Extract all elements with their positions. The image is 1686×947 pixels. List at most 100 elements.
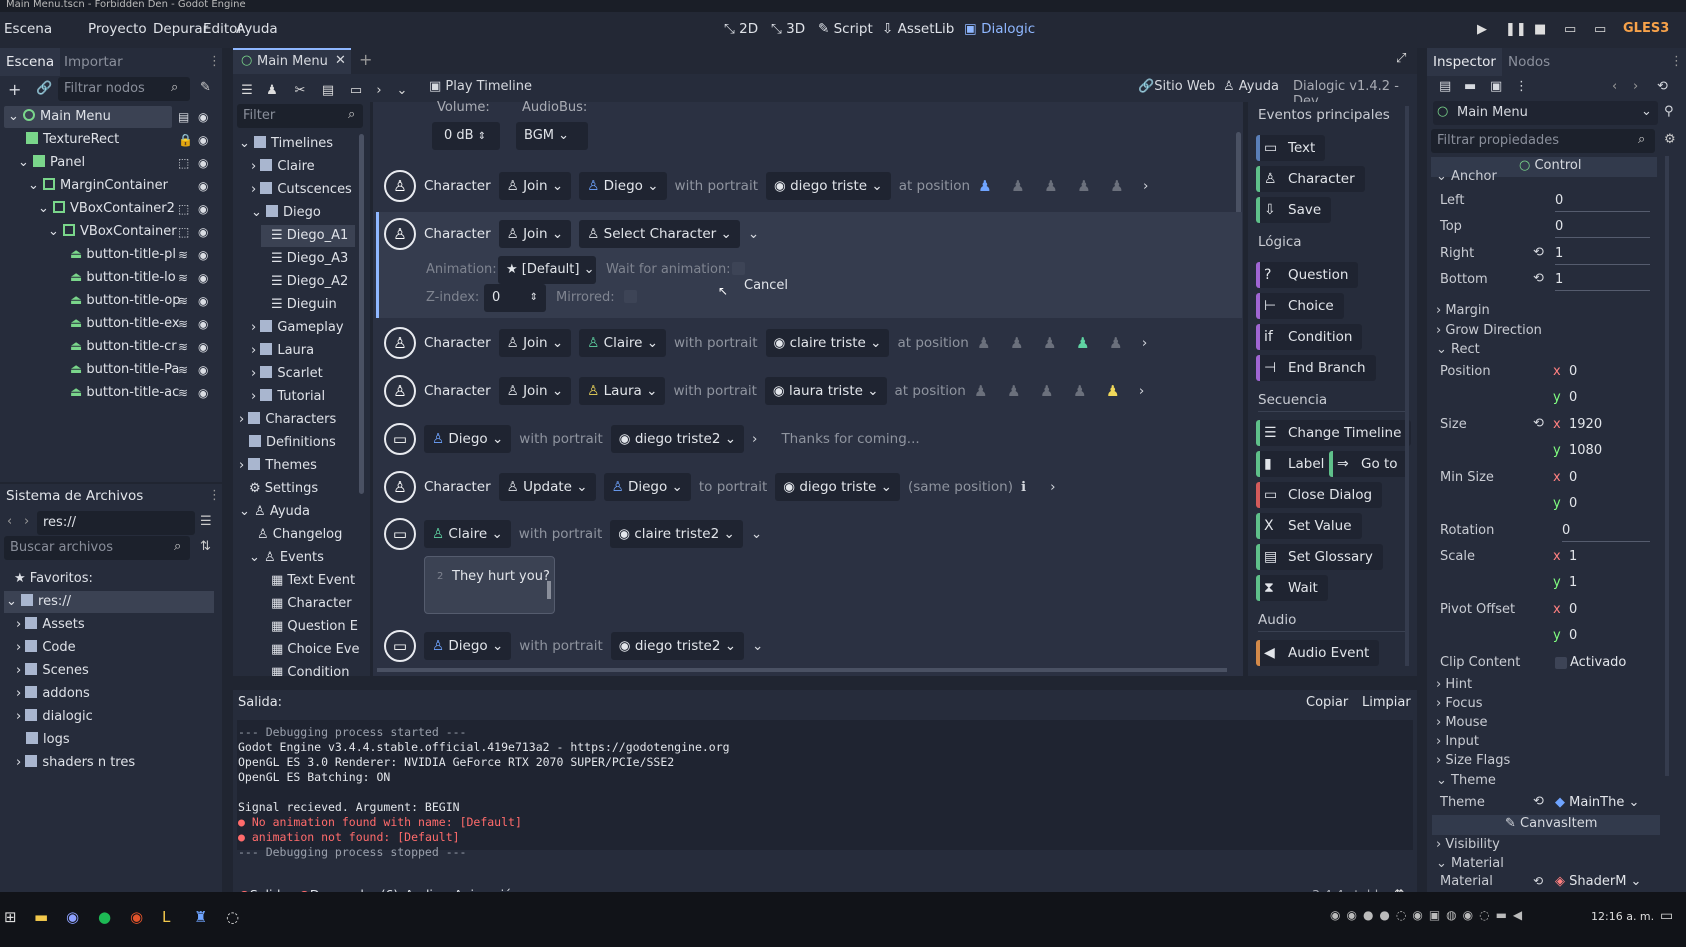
event-text-diego[interactable]: ▭ ♙ Diego ⌄ with portrait ◉ diego triste… xyxy=(384,419,928,459)
goto-event-button[interactable]: ⇒ Go to xyxy=(1329,451,1408,477)
menu-depurar[interactable]: Depurar xyxy=(153,21,208,37)
visibility-eye-icon[interactable]: ◉ xyxy=(198,202,208,216)
forward-icon[interactable]: › xyxy=(24,514,29,529)
group-icon[interactable]: ⬚ xyxy=(178,225,189,239)
dock-menu-icon[interactable]: ⋮ xyxy=(208,54,221,69)
section-theme[interactable]: ⌄ Theme xyxy=(1436,770,1496,792)
event-character-join-claire[interactable]: ♙ Character ♙ Join ⌄ ♙ Claire ⌄ with por… xyxy=(384,323,1147,363)
position-4-icon[interactable]: ♟ xyxy=(1073,382,1087,400)
more-icon[interactable]: ⋮ xyxy=(1515,79,1528,94)
visibility-eye-icon[interactable]: ◉ xyxy=(198,156,208,170)
scrollbar[interactable] xyxy=(547,581,551,599)
lock-icon[interactable]: 🔒 xyxy=(178,133,193,147)
audio-event-button[interactable]: ◀ Audio Event xyxy=(1256,640,1380,666)
revert-icon[interactable]: ⟲ xyxy=(1533,271,1544,286)
play-custom-icon[interactable]: ▭ xyxy=(1594,22,1610,38)
animation-select[interactable]: ★ [Default] ⌄ xyxy=(498,256,596,284)
prop-position-y[interactable]: 0 xyxy=(1569,387,1577,409)
filter-settings-icon[interactable]: ⚙ xyxy=(1664,132,1676,147)
expand-icon[interactable]: › xyxy=(1139,383,1144,399)
signal-icon[interactable]: ≋ xyxy=(178,340,188,354)
expand-icon[interactable]: › xyxy=(752,431,757,447)
zindex-field[interactable]: 0 ⇕ xyxy=(484,284,546,312)
portrait-select[interactable]: ◉ diego triste2 ⌄ xyxy=(610,425,745,453)
node-button-title-cr[interactable]: ⏏ button-title-cr xyxy=(70,336,177,358)
folder-dialogic[interactable]: › dialogic xyxy=(16,706,93,728)
scrollbar[interactable] xyxy=(1665,156,1669,776)
section-size-flags[interactable]: › Size Flags xyxy=(1436,750,1510,772)
discord-icon[interactable]: ◉ xyxy=(66,908,79,926)
chrome-icon[interactable]: ◉ xyxy=(130,908,143,926)
position-5-icon[interactable]: ♟ xyxy=(1110,177,1124,195)
search-files-input[interactable]: Buscar archivos xyxy=(4,536,190,560)
mode-assetlib[interactable]: ⇩ AssetLib xyxy=(882,21,954,37)
tree-changelog[interactable]: ♙ Changelog xyxy=(257,524,342,546)
tab-escena[interactable]: Escena xyxy=(0,48,61,76)
clock[interactable]: 12:16 a. m. xyxy=(1591,910,1654,923)
tree-settings[interactable]: ⚙ Settings xyxy=(249,478,318,500)
close-icon[interactable]: ✕ xyxy=(335,53,346,68)
expand-icon[interactable]: › xyxy=(1050,479,1055,495)
chevron-down-icon[interactable]: ⌄ xyxy=(752,638,763,654)
script-icon[interactable]: ▤ xyxy=(178,110,189,124)
revert-icon[interactable]: ⟲ xyxy=(1533,794,1544,809)
node-panel[interactable]: ⌄ Panel xyxy=(18,152,85,174)
character-select[interactable]: ♙ Diego ⌄ xyxy=(579,172,667,200)
revert-icon[interactable]: ⟲ xyxy=(1533,416,1544,431)
tree-diego-a3[interactable]: ☰ Diego_A3 xyxy=(271,248,348,270)
folder-res[interactable]: ⌄ res:// xyxy=(6,591,71,613)
visibility-eye-icon[interactable]: ◉ xyxy=(198,317,208,331)
prop-scale-x[interactable]: 1 xyxy=(1569,546,1577,568)
cancel-tooltip[interactable]: Cancel xyxy=(744,278,788,293)
node-button-title-ac[interactable]: ⏏ button-title-ac xyxy=(70,382,179,404)
visibility-eye-icon[interactable]: ◉ xyxy=(198,133,208,147)
tree-diego-a2[interactable]: ☰ Diego_A2 xyxy=(271,271,348,293)
character-select[interactable]: ♙ Diego ⌄ xyxy=(603,473,691,501)
node-button-title-pl[interactable]: ⏏ button-title-pl xyxy=(70,244,176,266)
event-character-join-select[interactable]: ♙ Character ♙ Join ⌄ ♙ Select Character … xyxy=(384,214,759,254)
revert-icon[interactable]: ⟲ xyxy=(1533,874,1543,888)
tab-importar[interactable]: Importar xyxy=(58,48,129,76)
position-5-icon[interactable]: ♟ xyxy=(1109,334,1123,352)
tree-gameplay[interactable]: › Gameplay xyxy=(251,317,344,339)
prop-top-field[interactable]: 0 xyxy=(1555,216,1650,238)
tree-dieguin[interactable]: ☰ Dieguin xyxy=(271,294,337,316)
website-link[interactable]: 🔗Sitio Web xyxy=(1138,79,1215,94)
wait-checkbox[interactable] xyxy=(732,262,745,275)
stop-icon[interactable]: ■ xyxy=(1534,22,1550,38)
mirrored-checkbox[interactable] xyxy=(624,290,637,303)
node-texturerect[interactable]: TextureRect xyxy=(26,129,119,151)
tree-tutorial[interactable]: › Tutorial xyxy=(251,386,325,408)
folder-logs[interactable]: logs xyxy=(26,729,70,751)
copy-button[interactable]: Copiar xyxy=(1306,695,1348,710)
app-icon[interactable]: ◌ xyxy=(226,908,239,926)
chevron-down-icon[interactable]: ⌄ xyxy=(751,526,762,542)
signal-icon[interactable]: ≋ xyxy=(178,248,188,262)
tree-question-event[interactable]: ▦ Question E xyxy=(271,616,358,638)
godot-icon[interactable]: ♜ xyxy=(194,908,207,926)
visibility-eye-icon[interactable]: ◉ xyxy=(198,110,208,124)
character-select[interactable]: ♙ Diego ⌄ xyxy=(424,632,512,660)
node-button-title-op[interactable]: ⏏ button-title-op xyxy=(70,290,181,312)
position-2-icon[interactable]: ♟ xyxy=(1007,382,1021,400)
prop-pivot-x[interactable]: 0 xyxy=(1569,599,1577,621)
path-field[interactable]: res:// xyxy=(37,511,195,535)
position-4-icon[interactable]: ♟ xyxy=(1076,334,1090,352)
tree-ayuda[interactable]: ⌄ ♙ Ayuda xyxy=(239,501,310,523)
revert-icon[interactable]: ⟲ xyxy=(1533,245,1544,260)
theme-select[interactable]: ◆ MainThe ⌄ xyxy=(1555,792,1639,814)
dock-menu-icon[interactable]: ⋮ xyxy=(208,488,221,503)
prop-size-y[interactable]: 1080 xyxy=(1569,440,1602,462)
tab-inspector[interactable]: Inspector xyxy=(1427,48,1502,76)
position-2-icon[interactable]: ♟ xyxy=(1011,177,1025,195)
prop-right-field[interactable]: 1 xyxy=(1555,243,1650,265)
windows-start-icon[interactable]: ⊞ xyxy=(4,908,17,926)
position-3-icon[interactable]: ♟ xyxy=(1043,334,1057,352)
chevron-down-icon[interactable]: ⌄ xyxy=(748,226,759,242)
folder-shaders[interactable]: › shaders n tres xyxy=(16,752,135,774)
character-select[interactable]: ♙ Laura ⌄ xyxy=(579,377,666,405)
expand-icon[interactable]: › xyxy=(1143,178,1148,194)
position-3-icon[interactable]: ♟ xyxy=(1040,382,1054,400)
visibility-eye-icon[interactable]: ◉ xyxy=(198,179,208,193)
history-icon[interactable]: ⟲ xyxy=(1657,79,1668,94)
